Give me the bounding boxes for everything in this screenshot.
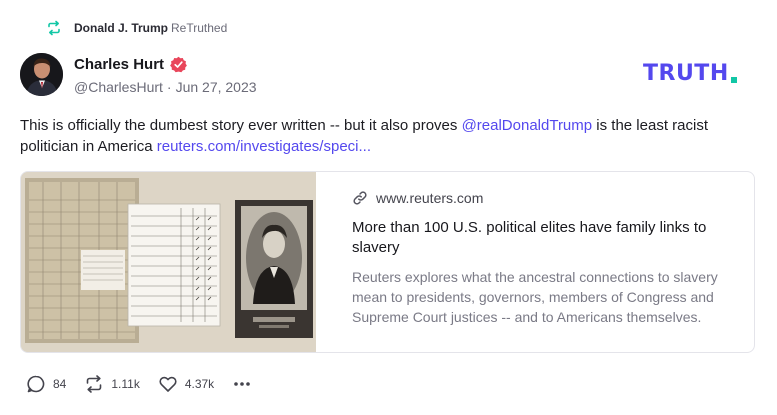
truth-logo[interactable]: TRUTH — [643, 62, 737, 86]
author-name[interactable]: Charles Hurt — [74, 56, 164, 73]
like-count: 4.37k — [184, 377, 215, 391]
reply-count: 84 — [53, 377, 67, 391]
article-title[interactable]: More than 100 U.S. political elites have… — [352, 218, 732, 258]
truth-logo-text: TRUTH — [643, 61, 729, 86]
retruth-header: Donald J. Trump ReTruthed — [46, 19, 227, 37]
heart-icon — [159, 376, 177, 392]
reply-button[interactable]: 84 — [26, 374, 66, 394]
link-preview-card[interactable]: www.reuters.com More than 100 U.S. polit… — [20, 171, 755, 353]
article-url-link[interactable]: reuters.com/investigates/speci... — [157, 138, 371, 155]
retruth-count: 1.11k — [111, 377, 140, 391]
author-block: Charles Hurt @CharlesHurt · Jun 27, 2023 — [74, 54, 257, 96]
more-dots-icon — [234, 382, 250, 386]
post-date[interactable]: Jun 27, 2023 — [176, 79, 257, 95]
article-thumbnail — [21, 172, 316, 352]
mention-link[interactable]: @realDonaldTrump — [462, 117, 593, 134]
author-meta: @CharlesHurt · Jun 27, 2023 — [74, 79, 257, 95]
link-icon — [352, 190, 368, 206]
like-button[interactable]: 4.37k — [158, 374, 214, 394]
post-text-part1: This is officially the dumbest story eve… — [20, 117, 462, 134]
post-actions: 84 1.11k 4.37k — [26, 374, 252, 394]
article-domain: www.reuters.com — [376, 190, 484, 206]
retruth-user-name[interactable]: Donald J. Trump — [74, 21, 168, 35]
reply-icon — [27, 375, 45, 393]
avatar[interactable] — [20, 53, 63, 96]
more-options-button[interactable] — [232, 374, 252, 394]
meta-separator: · — [166, 79, 172, 95]
retruth-action-icon — [87, 375, 102, 393]
post-text: This is officially the dumbest story eve… — [20, 115, 740, 157]
article-description: Reuters explores what the ancestral conn… — [352, 269, 718, 325]
truth-logo-dot — [730, 77, 737, 83]
article-info: www.reuters.com More than 100 U.S. polit… — [316, 172, 752, 352]
author-handle[interactable]: @CharlesHurt — [74, 79, 163, 95]
retruth-icon — [46, 20, 62, 36]
retruth-button[interactable]: 1.11k — [84, 374, 140, 394]
verified-badge-icon — [170, 56, 187, 73]
retruth-label: ReTruthed — [171, 21, 228, 35]
